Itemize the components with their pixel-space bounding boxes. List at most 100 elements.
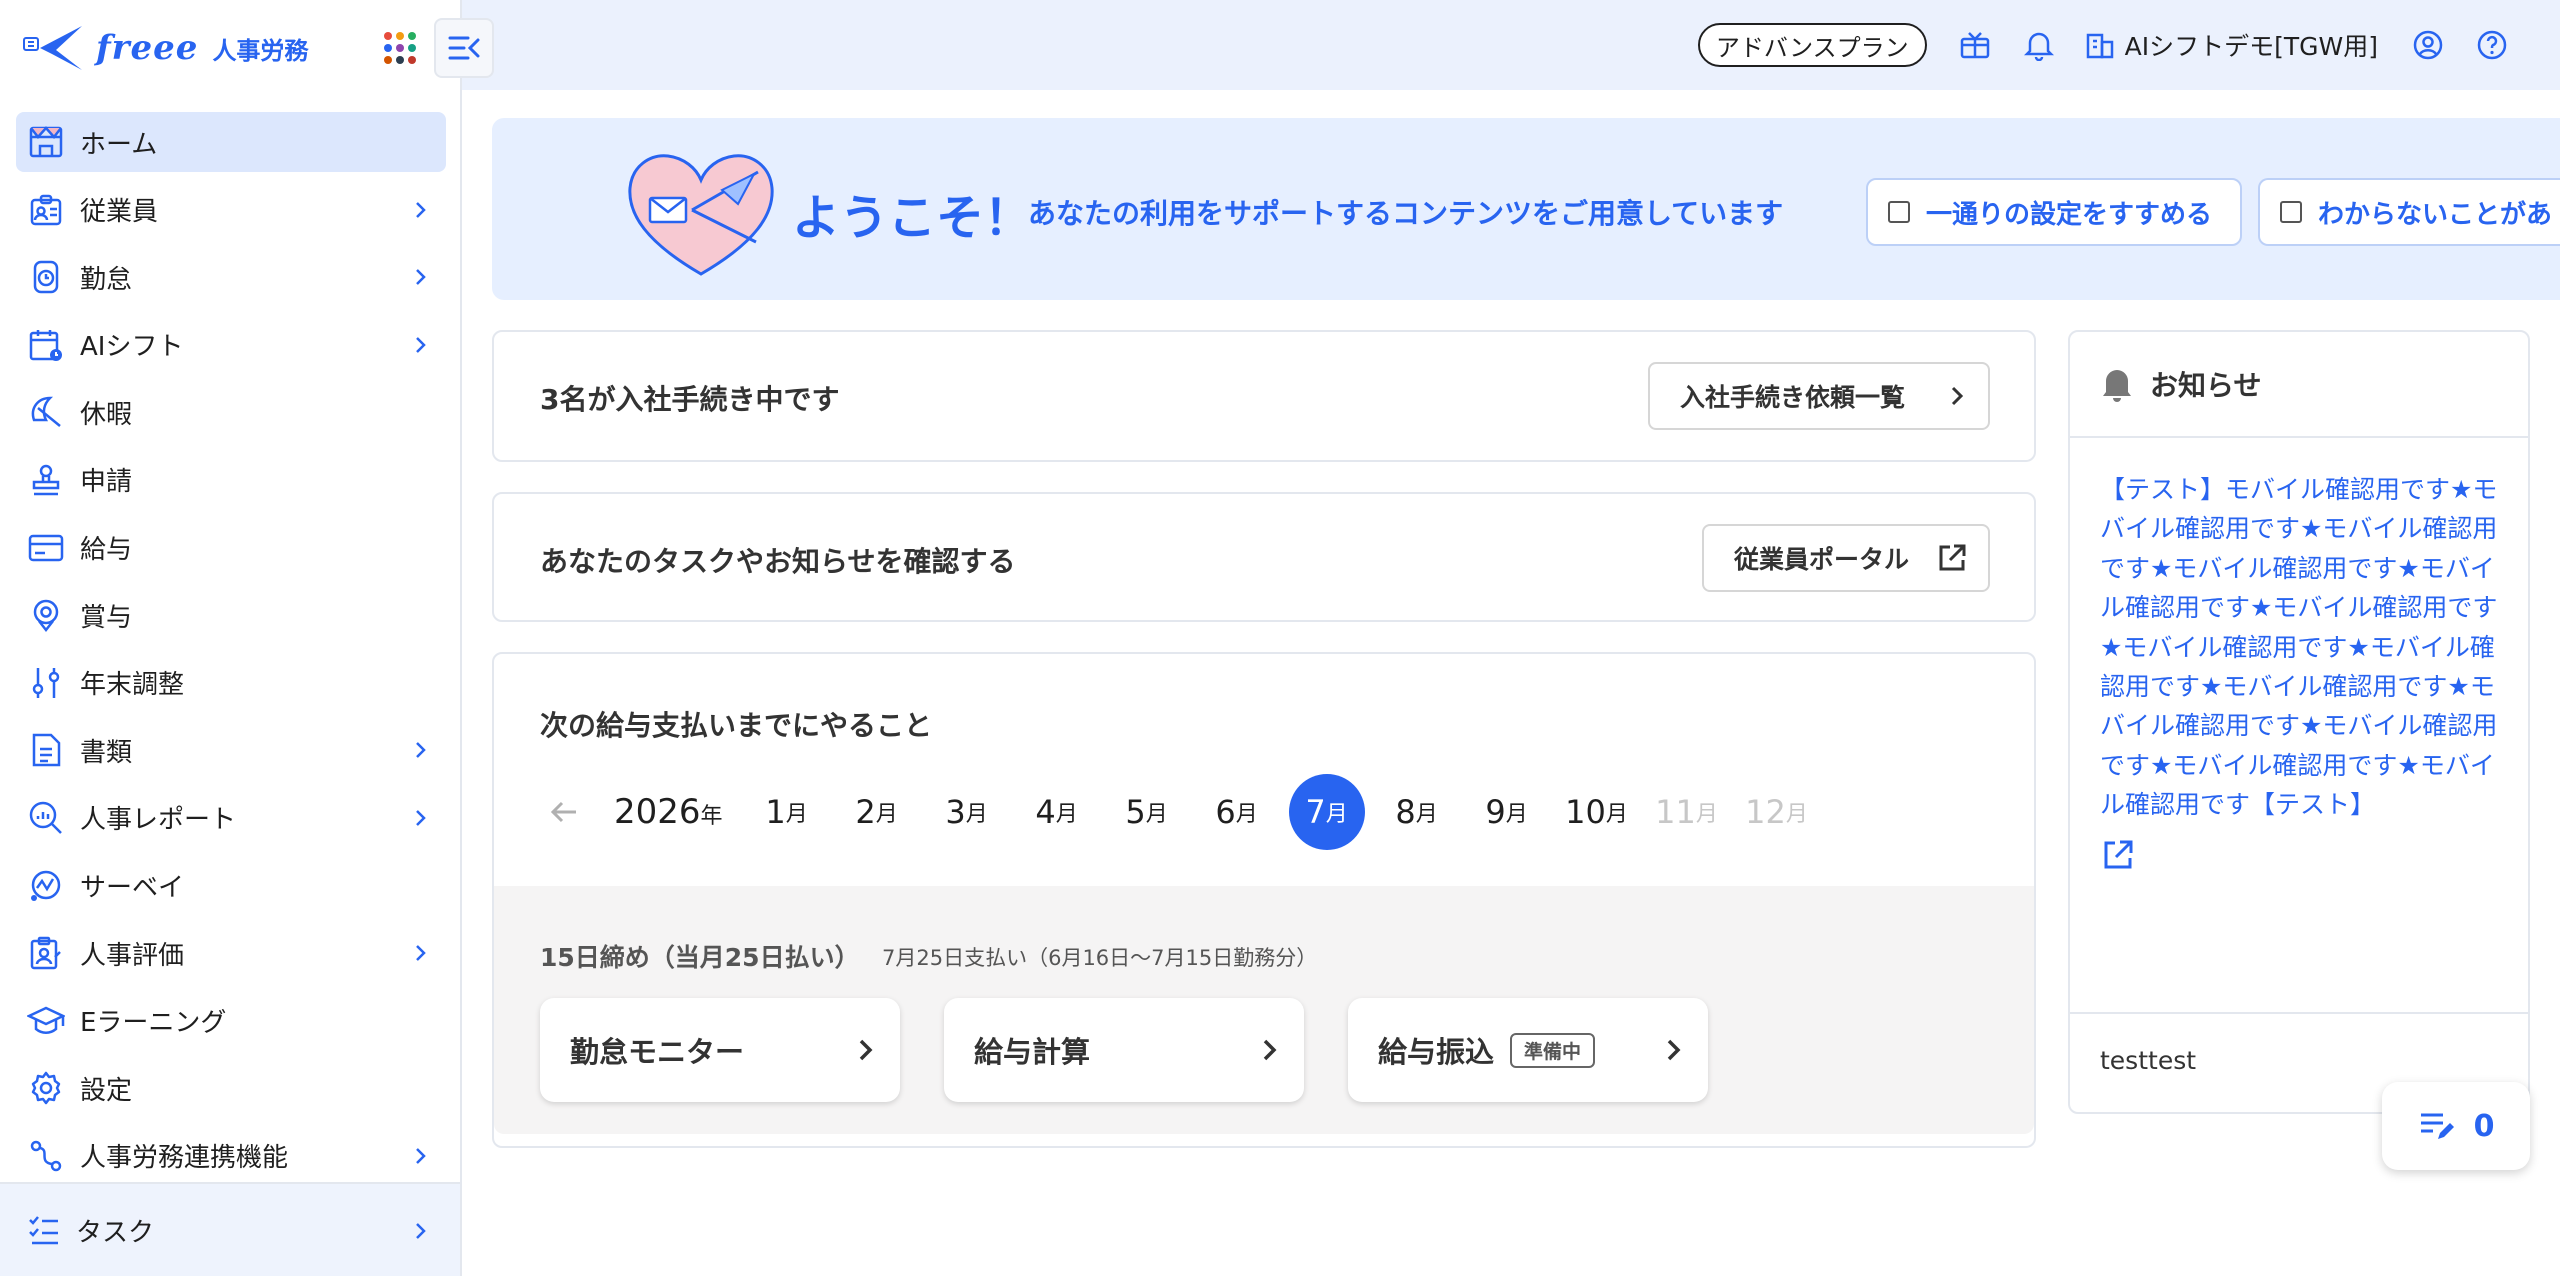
payroll-schedule: 15日締め（当月25日払い） 7月25日支払い（6月16日〜7月15日勤務分） … [494,886,2034,1134]
prev-year-arrow-icon[interactable] [544,792,584,832]
setup-guide-button[interactable]: 一通りの設定をすすめる [1866,178,2242,246]
umbrella-icon [26,392,66,432]
sidebar-item-survey[interactable]: サーベイ [16,856,446,916]
document-icon [26,730,66,770]
bell-icon[interactable] [2021,27,2057,63]
sidebar-item-evaluation[interactable]: 人事評価 [16,923,446,983]
sidebar: freee 人事労務 ホーム 従業員 勤怠 AIシフト 休暇 申請 給与 賞与 年末調整 書類 人事… [0,0,494,1276]
graduation-icon [26,1001,66,1041]
freee-logo[interactable]: freee 人事労務 [22,20,308,76]
month-3[interactable]: 3月 [929,774,1005,850]
sidebar-item-medal[interactable]: 賞与 [16,585,446,645]
sidebar-item-document[interactable]: 書類 [16,720,446,780]
employee-portal-button[interactable]: 従業員ポータル [1702,524,1990,592]
sidebar-item-label: サーベイ [80,873,185,904]
news-link[interactable]: 【テスト】モバイル確認用です★モバイル確認用です★モバイル確認用です★モバイル確… [2100,470,2500,825]
gift-icon[interactable] [1957,27,1993,63]
top-header: アドバンスプラン AIシフトデモ[TGW用] [462,0,2560,90]
news-title: お知らせ [2150,369,2262,402]
chevron-right-icon [408,265,432,289]
month-4[interactable]: 4月 [1019,774,1095,850]
app-switcher-icon[interactable] [384,32,416,64]
month-9[interactable]: 9月 [1469,774,1545,850]
sidebar-item-label: 設定 [80,1075,133,1106]
month-unit: 月 [1055,802,1078,827]
month-unit: 月 [1415,802,1438,827]
link-icon [26,1136,66,1176]
onboarding-card: 3名が入社手続き中です 入社手続き依頼一覧 [492,330,2036,462]
evaluation-icon [26,933,66,973]
action-label: 給与振込 [1378,1035,1495,1069]
sidebar-item-task[interactable]: タスク [0,1182,460,1276]
year-value: 2026 [614,792,701,832]
chevron-right-icon [1951,386,1964,406]
month-unit: 月 [785,802,808,827]
external-link-icon [1939,544,1966,571]
month-7[interactable]: 7月 [1288,774,1365,850]
sidebar-item-label: 従業員 [80,197,159,228]
month-6[interactable]: 6月 [1199,774,1275,850]
sidebar-item-graduation[interactable]: Eラーニング [16,991,446,1051]
home-icon [26,122,66,162]
company-switcher[interactable]: AIシフトデモ[TGW用] [2085,27,2378,63]
month-10[interactable]: 10 月 [1559,774,1635,850]
sidebar-item-umbrella[interactable]: 休暇 [16,382,446,442]
sidebar-item-attendance[interactable]: 勤怠 [16,247,446,307]
plan-badge[interactable]: アドバンスプラン [1697,23,1927,67]
chevron-right-icon [408,941,432,965]
collapse-sidebar-button[interactable] [434,18,494,78]
news-panel: お知らせ 【テスト】モバイル確認用です★モバイル確認用です★モバイル確認用です★… [2068,330,2530,1114]
month-5[interactable]: 5月 [1109,774,1185,850]
month-2[interactable]: 2月 [839,774,915,850]
preparing-badge: 準備中 [1510,1032,1596,1068]
sidebar-item-link[interactable]: 人事労務連携機能 [16,1126,446,1186]
closing-title: 15日締め（当月25日払い） [540,943,860,972]
onboarding-list-button[interactable]: 入社手続き依頼一覧 [1648,362,1990,430]
sidebar-item-sliders[interactable]: 年末調整 [16,653,446,713]
payroll-calculation-button[interactable]: 給与計算 [944,998,1304,1102]
sidebar-item-calendar[interactable]: AIシフト [16,315,446,375]
stamp-icon [26,460,66,500]
sidebar-item-home[interactable]: ホーム [16,112,446,172]
month-1[interactable]: 1月 [749,774,825,850]
calendar-icon [26,325,66,365]
month-number: 8 [1395,793,1416,831]
payroll-card: 次の給与支払いまでにやること 2026年 1月2月3月4月5月6月7月8月9月1… [492,652,2036,1148]
month-unit: 月 [875,802,898,827]
sidebar-item-label: 申請 [80,467,133,498]
month-number: 9 [1485,793,1506,831]
month-8[interactable]: 8月 [1379,774,1455,850]
help-content-button[interactable]: わからないことがあ [2258,178,2560,246]
sidebar-item-gear[interactable]: 設定 [16,1058,446,1118]
chevron-right-icon [408,806,432,830]
payroll-transfer-button[interactable]: 給与振込 準備中 [1348,998,1708,1102]
chevron-right-icon [408,1144,432,1168]
help-content-label: わからないことがあ [2318,199,2553,230]
sidebar-item-employee[interactable]: 従業員 [16,180,446,240]
month-number: 10 [1565,793,1606,831]
sidebar-item-label: 人事労務連携機能 [80,1143,289,1174]
chevron-right-icon [408,198,432,222]
attendance-monitor-button[interactable]: 勤怠モニター [540,998,900,1102]
month-unit: 月 [1235,802,1258,827]
year-unit: 年 [700,804,723,829]
month-12: 12 月 [1739,774,1815,850]
card-icon [26,528,66,568]
report-icon [26,798,66,838]
logo-sub: 人事労務 [212,36,309,65]
chevron-right-icon [416,1223,426,1239]
sidebar-item-stamp[interactable]: 申請 [16,450,446,510]
sidebar-item-report[interactable]: 人事レポート [16,788,446,848]
external-link-icon[interactable] [2100,837,2136,873]
sidebar-item-label: ホーム [80,129,158,160]
bell-icon [2103,370,2131,402]
task-counter-button[interactable]: 0 [2382,1082,2530,1170]
month-unit: 月 [1325,802,1348,827]
user-account-icon[interactable] [2410,27,2446,63]
help-icon[interactable] [2474,27,2510,63]
edit-list-icon [2420,1113,2454,1139]
sidebar-item-card[interactable]: 給与 [16,518,446,578]
month-number: 11 [1655,793,1696,831]
chevron-right-icon [408,738,432,762]
year-label: 2026年 [614,792,723,832]
